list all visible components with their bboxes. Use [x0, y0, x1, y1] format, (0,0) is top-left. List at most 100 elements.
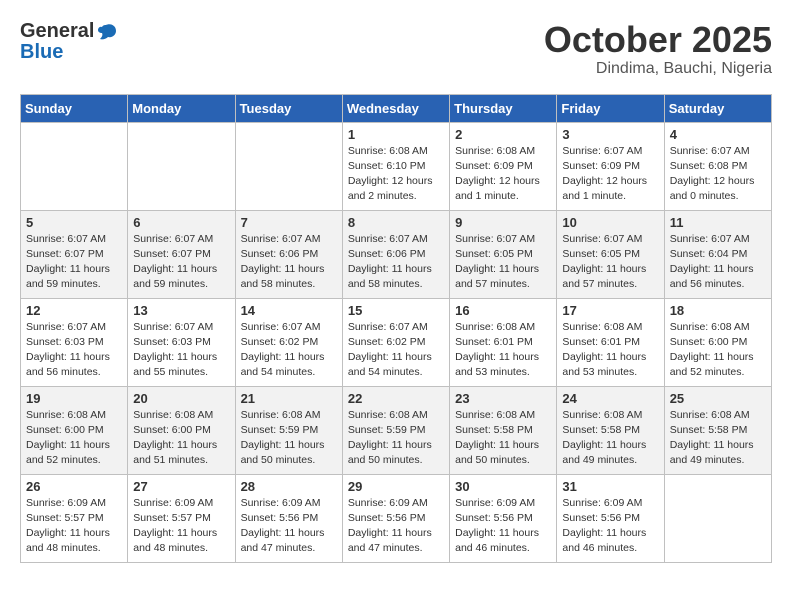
title-block: October 2025 Dindima, Bauchi, Nigeria — [544, 20, 772, 78]
calendar-cell: 29Sunrise: 6:09 AMSunset: 5:56 PMDayligh… — [342, 474, 449, 562]
day-number: 9 — [455, 215, 551, 230]
calendar-cell: 11 Sunrise: 6:07 AMSunset: 6:04 PMDayligh… — [664, 210, 771, 298]
day-info: Sunrise: 6:07 AMSunset: 6:06 PMDaylight:… — [241, 232, 337, 293]
col-header-friday: Friday — [557, 94, 664, 122]
day-info: Sunrise: 6:07 AMSunset: 6:03 PMDaylight:… — [26, 320, 122, 381]
day-info: Sunrise: 6:07 AMSunset: 6:05 PMDaylight:… — [455, 232, 551, 293]
day-info: Sunrise: 6:07 AMSunset: 6:06 PMDaylight:… — [348, 232, 444, 293]
calendar-week-row: 12 Sunrise: 6:07 AMSunset: 6:03 PMDayligh… — [21, 298, 772, 386]
day-info: Sunrise: 6:07 AMSunset: 6:07 PMDaylight:… — [133, 232, 229, 293]
calendar-cell — [21, 122, 128, 210]
calendar-cell — [128, 122, 235, 210]
calendar-cell: 22Sunrise: 6:08 AMSunset: 5:59 PMDayligh… — [342, 386, 449, 474]
day-number: 25 — [670, 391, 766, 406]
calendar-table: SundayMondayTuesdayWednesdayThursdayFrid… — [20, 94, 772, 563]
day-info: Sunrise: 6:07 AMSunset: 6:03 PMDaylight:… — [133, 320, 229, 381]
day-number: 23 — [455, 391, 551, 406]
day-number: 4 — [670, 127, 766, 142]
day-info: Sunrise: 6:08 AMSunset: 6:00 PMDaylight:… — [26, 408, 122, 469]
day-info: Sunrise: 6:09 AMSunset: 5:57 PMDaylight:… — [26, 496, 122, 557]
day-number: 7 — [241, 215, 337, 230]
day-number: 6 — [133, 215, 229, 230]
day-info: Sunrise: 6:08 AMSunset: 5:59 PMDaylight:… — [241, 408, 337, 469]
calendar-cell: 1Sunrise: 6:08 AMSunset: 6:10 PMDaylight… — [342, 122, 449, 210]
day-number: 2 — [455, 127, 551, 142]
calendar-header-row: SundayMondayTuesdayWednesdayThursdayFrid… — [21, 94, 772, 122]
day-info: Sunrise: 6:07 AMSunset: 6:07 PMDaylight:… — [26, 232, 122, 293]
day-number: 3 — [562, 127, 658, 142]
day-number: 29 — [348, 479, 444, 494]
col-header-monday: Monday — [128, 94, 235, 122]
calendar-cell: 28Sunrise: 6:09 AMSunset: 5:56 PMDayligh… — [235, 474, 342, 562]
logo-general-text: General — [20, 20, 94, 43]
day-info: Sunrise: 6:07 AMSunset: 6:02 PMDaylight:… — [241, 320, 337, 381]
calendar-cell: 25 Sunrise: 6:08 AMSunset: 5:58 PMDayligh… — [664, 386, 771, 474]
calendar-cell: 3 Sunrise: 6:07 AMSunset: 6:09 PMDaylight… — [557, 122, 664, 210]
day-info: Sunrise: 6:08 AMSunset: 5:58 PMDaylight:… — [455, 408, 551, 469]
day-info: Sunrise: 6:08 AMSunset: 5:59 PMDaylight:… — [348, 408, 444, 469]
calendar-week-row: 19 Sunrise: 6:08 AMSunset: 6:00 PMDayligh… — [21, 386, 772, 474]
calendar-cell: 8 Sunrise: 6:07 AMSunset: 6:06 PMDaylight… — [342, 210, 449, 298]
calendar-cell: 21 Sunrise: 6:08 AMSunset: 5:59 PMDayligh… — [235, 386, 342, 474]
day-number: 21 — [241, 391, 337, 406]
logo-bird-icon — [96, 23, 118, 41]
day-number: 17 — [562, 303, 658, 318]
day-info: Sunrise: 6:07 AMSunset: 6:09 PMDaylight:… — [562, 144, 658, 205]
day-info: Sunrise: 6:08 AMSunset: 5:58 PMDaylight:… — [562, 408, 658, 469]
col-header-thursday: Thursday — [450, 94, 557, 122]
day-info: Sunrise: 6:08 AMSunset: 6:09 PMDaylight:… — [455, 144, 551, 205]
calendar-cell: 10Sunrise: 6:07 AMSunset: 6:05 PMDayligh… — [557, 210, 664, 298]
day-info: Sunrise: 6:08 AMSunset: 6:10 PMDaylight:… — [348, 144, 444, 205]
day-number: 27 — [133, 479, 229, 494]
calendar-cell: 16 Sunrise: 6:08 AMSunset: 6:01 PMDayligh… — [450, 298, 557, 386]
location-text: Dindima, Bauchi, Nigeria — [544, 60, 772, 78]
calendar-cell: 17 Sunrise: 6:08 AMSunset: 6:01 PMDayligh… — [557, 298, 664, 386]
day-number: 20 — [133, 391, 229, 406]
calendar-cell: 27Sunrise: 6:09 AMSunset: 5:57 PMDayligh… — [128, 474, 235, 562]
calendar-cell: 24Sunrise: 6:08 AMSunset: 5:58 PMDayligh… — [557, 386, 664, 474]
day-info: Sunrise: 6:08 AMSunset: 5:58 PMDaylight:… — [670, 408, 766, 469]
day-info: Sunrise: 6:09 AMSunset: 5:56 PMDaylight:… — [455, 496, 551, 557]
day-number: 8 — [348, 215, 444, 230]
calendar-cell: 6 Sunrise: 6:07 AMSunset: 6:07 PMDaylight… — [128, 210, 235, 298]
calendar-cell: 31 Sunrise: 6:09 AMSunset: 5:56 PMDayligh… — [557, 474, 664, 562]
calendar-cell — [664, 474, 771, 562]
day-number: 15 — [348, 303, 444, 318]
calendar-cell: 9 Sunrise: 6:07 AMSunset: 6:05 PMDaylight… — [450, 210, 557, 298]
calendar-cell: 14 Sunrise: 6:07 AMSunset: 6:02 PMDayligh… — [235, 298, 342, 386]
calendar-cell: 2 Sunrise: 6:08 AMSunset: 6:09 PMDaylight… — [450, 122, 557, 210]
day-number: 31 — [562, 479, 658, 494]
day-number: 11 — [670, 215, 766, 230]
day-number: 5 — [26, 215, 122, 230]
logo: General Blue — [20, 20, 118, 64]
day-number: 19 — [26, 391, 122, 406]
day-number: 14 — [241, 303, 337, 318]
calendar-week-row: 1Sunrise: 6:08 AMSunset: 6:10 PMDaylight… — [21, 122, 772, 210]
day-info: Sunrise: 6:07 AMSunset: 6:04 PMDaylight:… — [670, 232, 766, 293]
calendar-cell: 7 Sunrise: 6:07 AMSunset: 6:06 PMDaylight… — [235, 210, 342, 298]
col-header-tuesday: Tuesday — [235, 94, 342, 122]
calendar-cell: 18Sunrise: 6:08 AMSunset: 6:00 PMDayligh… — [664, 298, 771, 386]
day-info: Sunrise: 6:07 AMSunset: 6:08 PMDaylight:… — [670, 144, 766, 205]
day-info: Sunrise: 6:08 AMSunset: 6:01 PMDaylight:… — [562, 320, 658, 381]
col-header-sunday: Sunday — [21, 94, 128, 122]
day-number: 12 — [26, 303, 122, 318]
calendar-cell: 23 Sunrise: 6:08 AMSunset: 5:58 PMDayligh… — [450, 386, 557, 474]
calendar-cell: 19 Sunrise: 6:08 AMSunset: 6:00 PMDayligh… — [21, 386, 128, 474]
logo-blue-text: Blue — [20, 41, 118, 64]
col-header-wednesday: Wednesday — [342, 94, 449, 122]
calendar-cell: 26 Sunrise: 6:09 AMSunset: 5:57 PMDayligh… — [21, 474, 128, 562]
calendar-week-row: 26 Sunrise: 6:09 AMSunset: 5:57 PMDayligh… — [21, 474, 772, 562]
day-info: Sunrise: 6:09 AMSunset: 5:56 PMDaylight:… — [562, 496, 658, 557]
day-info: Sunrise: 6:08 AMSunset: 6:00 PMDaylight:… — [133, 408, 229, 469]
day-number: 26 — [26, 479, 122, 494]
day-number: 16 — [455, 303, 551, 318]
day-info: Sunrise: 6:08 AMSunset: 6:01 PMDaylight:… — [455, 320, 551, 381]
calendar-cell: 12 Sunrise: 6:07 AMSunset: 6:03 PMDayligh… — [21, 298, 128, 386]
month-title: October 2025 — [544, 20, 772, 60]
day-number: 10 — [562, 215, 658, 230]
calendar-cell: 15Sunrise: 6:07 AMSunset: 6:02 PMDayligh… — [342, 298, 449, 386]
calendar-cell: 4 Sunrise: 6:07 AMSunset: 6:08 PMDaylight… — [664, 122, 771, 210]
calendar-week-row: 5 Sunrise: 6:07 AMSunset: 6:07 PMDaylight… — [21, 210, 772, 298]
calendar-cell: 30Sunrise: 6:09 AMSunset: 5:56 PMDayligh… — [450, 474, 557, 562]
